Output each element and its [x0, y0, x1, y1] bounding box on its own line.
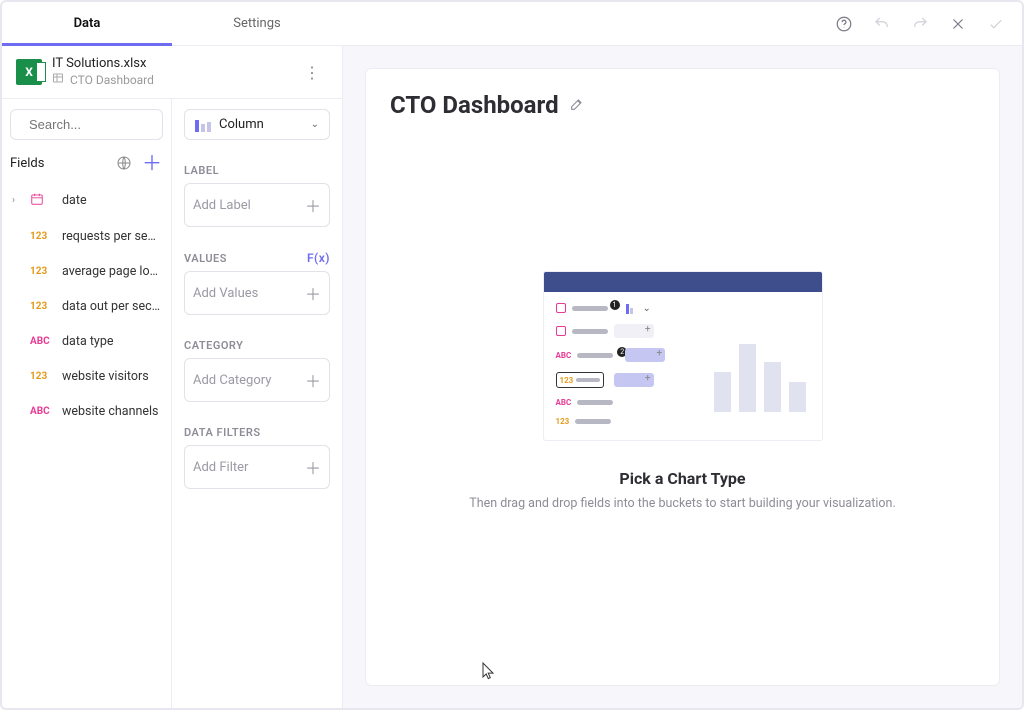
- chevron-down-icon: ⌄: [311, 119, 319, 130]
- field-item[interactable]: 123 data out per sec…: [10, 289, 163, 324]
- label-section-header: LABEL: [184, 164, 330, 177]
- table-icon: [52, 72, 64, 88]
- plus-icon: ＋: [305, 281, 321, 305]
- plus-icon: ＋: [305, 368, 321, 392]
- number-type-icon: 123: [30, 301, 54, 312]
- sheet-name: CTO Dashboard: [70, 73, 154, 88]
- redo-icon[interactable]: [910, 14, 930, 34]
- excel-file-icon: X: [16, 59, 42, 85]
- field-label: date: [62, 193, 87, 208]
- bucket-placeholder: Add Category: [193, 373, 305, 388]
- category-bucket[interactable]: Add Category ＋: [184, 358, 330, 402]
- search-input[interactable]: [10, 109, 163, 140]
- number-type-icon: 123: [30, 266, 54, 277]
- empty-state-title: Pick a Chart Type: [619, 469, 745, 488]
- field-item[interactable]: 123 requests per se…: [10, 219, 163, 254]
- file-menu-button[interactable]: ⋮: [296, 59, 328, 86]
- add-field-button[interactable]: ＋: [141, 152, 163, 174]
- text-type-icon: ABC: [30, 336, 54, 347]
- field-item[interactable]: 123 average page lo…: [10, 254, 163, 289]
- field-label: data out per sec…: [62, 299, 160, 314]
- help-icon[interactable]: [834, 14, 854, 34]
- fx-button[interactable]: F(x): [307, 251, 330, 265]
- values-section-header: VALUES: [184, 252, 227, 265]
- plus-icon: ＋: [305, 193, 321, 217]
- filters-section-header: DATA FILTERS: [184, 426, 330, 439]
- field-label: data type: [62, 334, 114, 349]
- label-bucket[interactable]: Add Label ＋: [184, 183, 330, 227]
- field-item[interactable]: ABC data type: [10, 324, 163, 359]
- bucket-placeholder: Add Label: [193, 198, 305, 213]
- number-type-icon: 123: [30, 371, 54, 382]
- confirm-icon[interactable]: [986, 14, 1006, 34]
- empty-state-subtitle: Then drag and drop fields into the bucke…: [469, 496, 896, 511]
- undo-icon[interactable]: [872, 14, 892, 34]
- chart-type-picker[interactable]: Column ⌄: [184, 109, 330, 140]
- text-type-icon: ABC: [30, 406, 54, 417]
- column-chart-icon: [195, 118, 211, 132]
- field-item[interactable]: 123 website visitors: [10, 359, 163, 394]
- empty-state-illustration: 1 ⌄ + ABC 2: [543, 271, 823, 441]
- field-label: website visitors: [62, 369, 149, 384]
- bucket-placeholder: Add Filter: [193, 460, 305, 475]
- edit-title-button[interactable]: [569, 96, 587, 114]
- number-type-icon: 123: [30, 231, 54, 242]
- file-name: IT Solutions.xlsx: [52, 56, 154, 72]
- calendar-icon: [30, 192, 54, 209]
- dashboard-title: CTO Dashboard: [390, 91, 559, 119]
- category-section-header: CATEGORY: [184, 339, 330, 352]
- cursor-icon: [482, 662, 496, 680]
- tab-settings[interactable]: Settings: [172, 2, 342, 45]
- globe-icon[interactable]: [113, 152, 135, 174]
- bucket-placeholder: Add Values: [193, 286, 305, 301]
- field-label: requests per se…: [62, 229, 156, 244]
- filters-bucket[interactable]: Add Filter ＋: [184, 445, 330, 489]
- chart-type-name: Column: [219, 117, 264, 132]
- field-item[interactable]: ABC website channels: [10, 394, 163, 429]
- plus-icon: ＋: [305, 455, 321, 479]
- field-label: average page lo…: [62, 264, 158, 279]
- tab-data[interactable]: Data: [2, 2, 172, 45]
- chevron-right-icon: ›: [12, 195, 22, 206]
- field-item-date[interactable]: › date: [10, 182, 163, 219]
- field-label: website channels: [62, 404, 159, 419]
- close-icon[interactable]: [948, 14, 968, 34]
- values-bucket[interactable]: Add Values ＋: [184, 271, 330, 315]
- fields-section-label: Fields: [10, 156, 44, 171]
